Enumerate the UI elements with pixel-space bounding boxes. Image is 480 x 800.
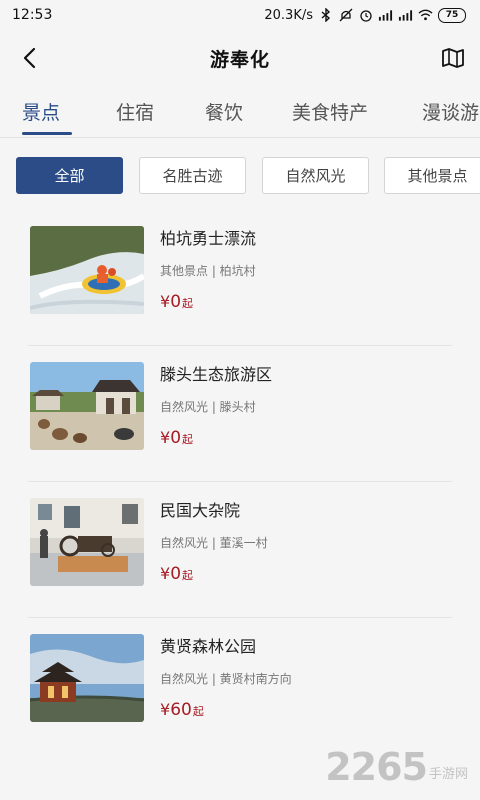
bluetooth-icon <box>318 8 333 23</box>
filter-bar: 全部 名胜古迹 自然风光 其他景点 <box>16 157 480 195</box>
chevron-left-icon <box>23 47 36 69</box>
watermark-number: 2265 <box>325 745 428 789</box>
price-value: 0 <box>170 564 182 584</box>
alarm-icon <box>358 8 373 23</box>
tab-accommodation[interactable]: 住宿 <box>116 98 154 125</box>
price-value: 0 <box>170 428 182 448</box>
item-price: ¥0起 <box>160 292 193 312</box>
filter-historic-sites[interactable]: 名胜古迹 <box>139 157 246 194</box>
tab-food-specialties[interactable]: 美食特产 <box>292 98 368 125</box>
tab-scenic-spots[interactable]: 景点 <box>22 98 60 125</box>
tower-landscape-photo <box>30 634 144 722</box>
price-suffix: 起 <box>182 297 194 310</box>
courtyard-exhibit-photo <box>30 498 144 586</box>
item-title: 滕头生态旅游区 <box>160 365 273 384</box>
item-title: 柏坑勇士漂流 <box>160 229 257 248</box>
item-title: 民国大杂院 <box>160 501 241 520</box>
price-currency: ¥ <box>160 564 171 583</box>
list-item[interactable]: 柏坑勇士漂流 其他景点 | 柏坑村 ¥0起 <box>0 210 480 346</box>
watermark-text: 手游网 <box>428 767 468 782</box>
price-value: 60 <box>170 700 192 720</box>
list-item[interactable]: 滕头生态旅游区 自然风光 | 滕头村 ¥0起 <box>0 346 480 482</box>
list-item[interactable]: 黄贤森林公园 自然风光 | 黄贤村南方向 ¥60起 <box>0 618 480 754</box>
item-price: ¥0起 <box>160 564 193 584</box>
tab-dining[interactable]: 餐饮 <box>205 98 243 125</box>
price-currency: ¥ <box>160 292 171 311</box>
price-suffix: 起 <box>182 569 194 582</box>
tab-travel-talk[interactable]: 漫谈游 <box>422 98 479 125</box>
page-title: 游奉化 <box>209 48 270 71</box>
category-tabs: 景点 住宿 餐饮 美食特产 漫谈游 <box>0 88 480 138</box>
item-price: ¥0起 <box>160 428 193 448</box>
item-title: 黄贤森林公园 <box>160 637 257 656</box>
app-header: 游奉化 <box>0 30 480 86</box>
back-button[interactable] <box>14 42 46 74</box>
mute-icon <box>338 8 353 23</box>
pavilion-photo <box>30 362 144 450</box>
battery-icon: 75 <box>438 7 466 23</box>
item-meta: 其他景点 | 柏坑村 <box>160 264 256 278</box>
signal-icon <box>398 8 413 23</box>
list-item[interactable]: 民国大杂院 自然风光 | 董溪一村 ¥0起 <box>0 482 480 618</box>
price-suffix: 起 <box>192 705 204 718</box>
item-meta: 自然风光 | 董溪一村 <box>160 536 268 550</box>
price-suffix: 起 <box>182 433 194 446</box>
map-icon <box>442 48 464 68</box>
network-speed: 20.3K/s <box>264 7 313 23</box>
price-currency: ¥ <box>160 428 171 447</box>
status-time: 12:53 <box>12 7 53 23</box>
status-icons: 20.3K/s 75 <box>264 7 466 23</box>
filter-all[interactable]: 全部 <box>16 157 123 194</box>
item-meta: 自然风光 | 黄贤村南方向 <box>160 672 292 686</box>
site-watermark: 2265 手游网 <box>325 748 468 786</box>
rafting-photo <box>30 226 144 314</box>
filter-natural-scenery[interactable]: 自然风光 <box>262 157 369 194</box>
map-button[interactable] <box>438 43 468 73</box>
item-price: ¥60起 <box>160 700 204 720</box>
status-bar: 12:53 20.3K/s 75 <box>0 0 480 30</box>
price-value: 0 <box>170 292 182 312</box>
wifi-icon <box>418 8 433 23</box>
item-meta: 自然风光 | 滕头村 <box>160 400 256 414</box>
hd-signal-icon <box>378 8 393 23</box>
price-currency: ¥ <box>160 700 171 719</box>
filter-other-spots[interactable]: 其他景点 <box>384 157 480 194</box>
active-tab-indicator <box>22 132 72 135</box>
